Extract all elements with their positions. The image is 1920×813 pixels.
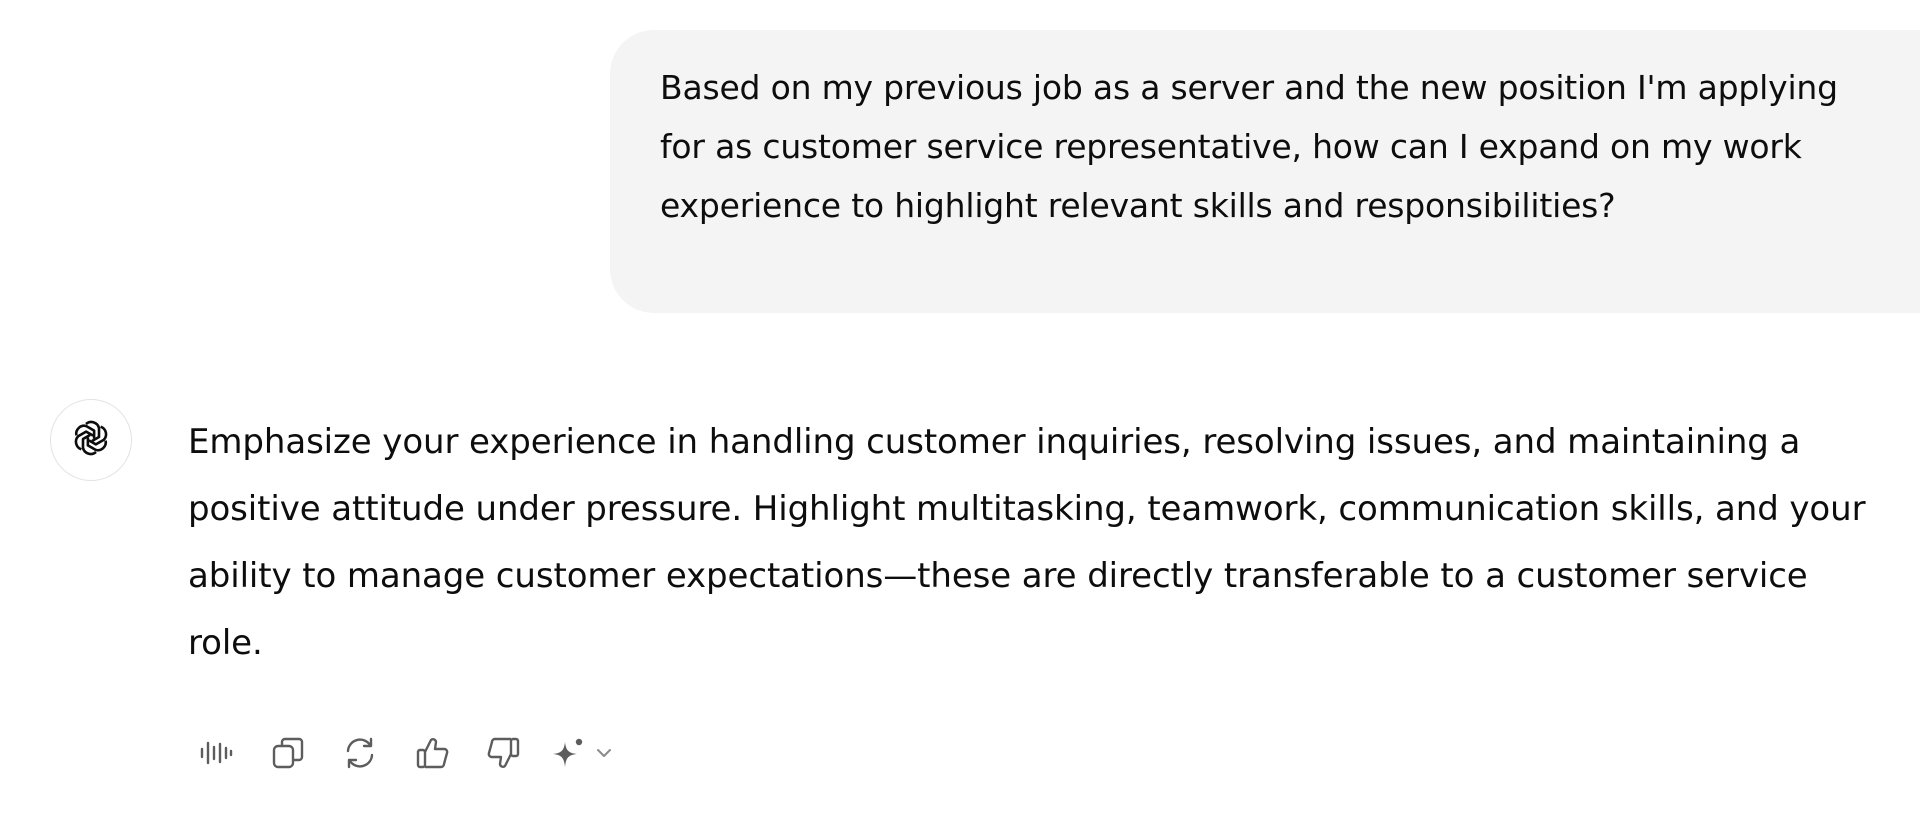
- user-message-text: Based on my previous job as a server and…: [660, 68, 1838, 225]
- openai-logo-icon: [68, 415, 114, 465]
- assistant-message-text: Emphasize your experience in handling cu…: [188, 422, 1866, 663]
- chevron-down-icon: [588, 741, 616, 769]
- thumbs-down-icon: [485, 734, 523, 776]
- message-actions-toolbar: [190, 730, 616, 780]
- read-aloud-button[interactable]: [190, 730, 242, 780]
- refresh-icon: [341, 734, 379, 776]
- chat-page: Based on my previous job as a server and…: [0, 0, 1920, 813]
- thumbs-up-button[interactable]: [406, 730, 458, 780]
- regenerate-button[interactable]: [334, 730, 386, 780]
- user-message-bubble: Based on my previous job as a server and…: [610, 30, 1920, 313]
- switch-model-button[interactable]: [550, 730, 616, 780]
- thumbs-down-button[interactable]: [478, 730, 530, 780]
- waveform-icon: [197, 734, 235, 776]
- copy-icon: [269, 734, 307, 776]
- assistant-avatar: [50, 399, 132, 481]
- sparkle-icon: [550, 734, 588, 776]
- copy-button[interactable]: [262, 730, 314, 780]
- thumbs-up-icon: [413, 734, 451, 776]
